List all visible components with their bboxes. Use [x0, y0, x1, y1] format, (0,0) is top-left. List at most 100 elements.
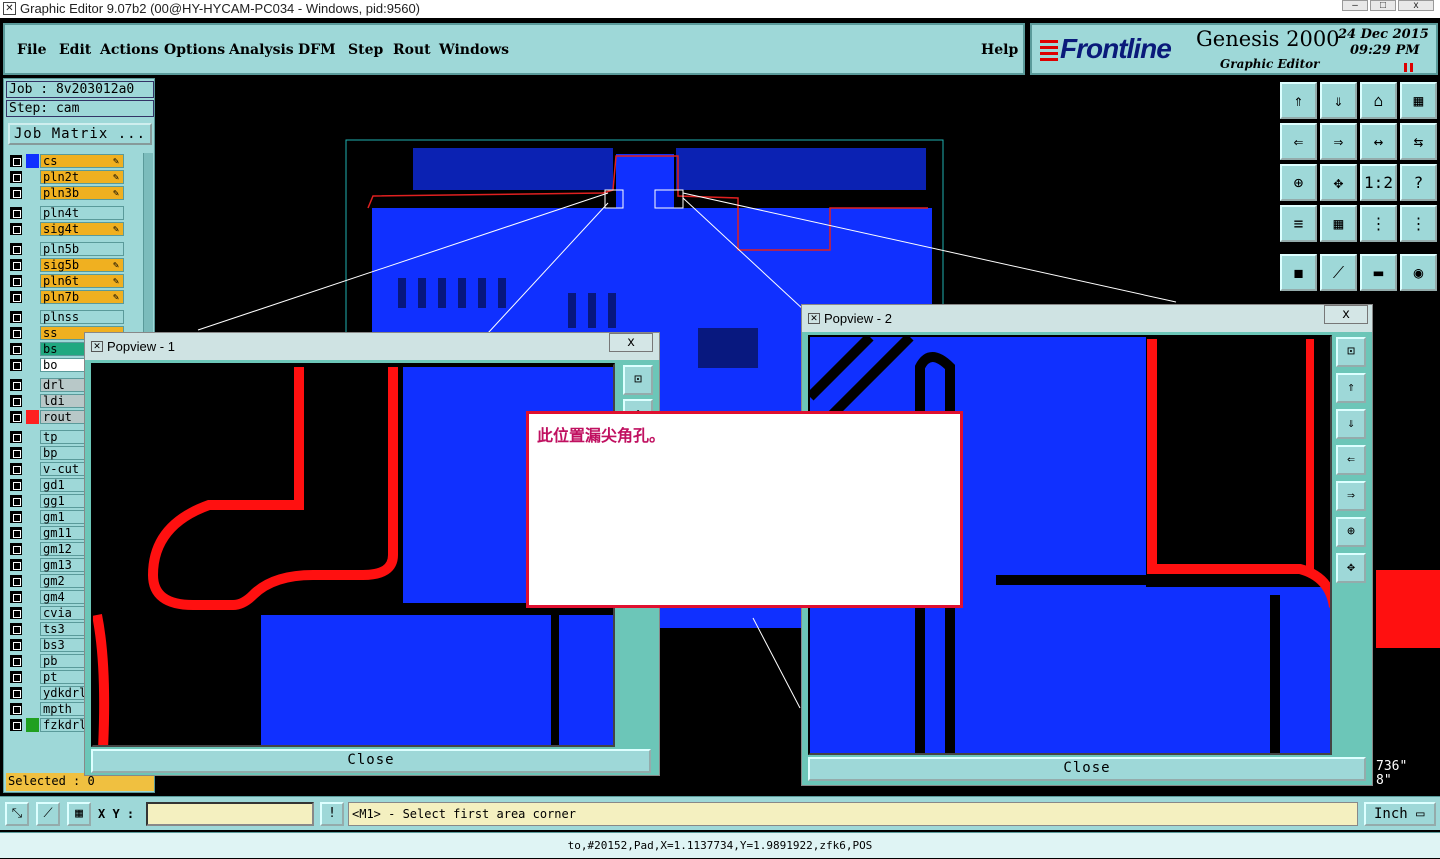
- warning-icon[interactable]: !: [320, 802, 344, 826]
- layer-checkbox[interactable]: [10, 395, 22, 407]
- layer-color-swatch[interactable]: [26, 574, 39, 588]
- layer-checkbox[interactable]: [10, 559, 22, 571]
- layer-color-swatch[interactable]: [26, 258, 39, 272]
- layer-name[interactable]: pln7b ✎: [40, 290, 124, 304]
- layer-name[interactable]: pln4t: [40, 206, 124, 220]
- layer-checkbox[interactable]: [10, 275, 22, 287]
- layer-name[interactable]: pln5b: [40, 242, 124, 256]
- layer-checkbox[interactable]: [10, 479, 22, 491]
- layer-color-swatch[interactable]: [26, 654, 39, 668]
- layer-color-swatch[interactable]: [26, 670, 39, 684]
- tool-up-icon[interactable]: ⇑: [1280, 82, 1317, 119]
- layer-name[interactable]: plnss: [40, 310, 124, 324]
- layer-checkbox[interactable]: [10, 411, 22, 423]
- layer-checkbox[interactable]: [10, 719, 22, 731]
- menu-actions[interactable]: Actions: [100, 42, 159, 58]
- layer-row-pln4t[interactable]: pln4t: [6, 205, 141, 220]
- minimize-button[interactable]: –: [1342, 0, 1368, 11]
- layer-checkbox[interactable]: [10, 543, 22, 555]
- layer-row-pln3b[interactable]: pln3b ✎: [6, 185, 141, 200]
- layer-color-swatch[interactable]: [26, 290, 39, 304]
- popview-2-tool-fit[interactable]: ⊡: [1336, 337, 1366, 367]
- layer-color-swatch[interactable]: [26, 542, 39, 556]
- layer-color-swatch[interactable]: [26, 342, 39, 356]
- layer-color-swatch[interactable]: [26, 410, 39, 424]
- layer-color-swatch[interactable]: [26, 186, 39, 200]
- tool-layers-icon[interactable]: ⋮: [1360, 205, 1397, 242]
- layer-color-swatch[interactable]: [26, 222, 39, 236]
- tool-window-icon[interactable]: ▦: [1400, 82, 1437, 119]
- tool-grid-icon[interactable]: ▦: [1320, 205, 1357, 242]
- tool-down-icon[interactable]: ⇓: [1320, 82, 1357, 119]
- layer-color-swatch[interactable]: [26, 242, 39, 256]
- layer-row-pln6t[interactable]: pln6t ✎: [6, 273, 141, 288]
- layer-checkbox[interactable]: [10, 495, 22, 507]
- layer-color-swatch[interactable]: [26, 154, 39, 168]
- layer-checkbox[interactable]: [10, 187, 22, 199]
- layer-color-swatch[interactable]: [26, 702, 39, 716]
- layer-checkbox[interactable]: [10, 207, 22, 219]
- layer-checkbox[interactable]: [10, 687, 22, 699]
- layer-checkbox[interactable]: [10, 527, 22, 539]
- layer-color-swatch[interactable]: [26, 510, 39, 524]
- tool-layers2-icon[interactable]: ⋮: [1400, 205, 1437, 242]
- popview-2-titlebar[interactable]: ✕ Popview - 2: [802, 305, 1372, 332]
- layer-color-swatch[interactable]: [26, 394, 39, 408]
- layer-color-swatch[interactable]: [26, 358, 39, 372]
- popview-1-close-x-button[interactable]: x: [609, 333, 653, 352]
- layer-row-plnss[interactable]: plnss: [6, 309, 141, 324]
- layer-color-swatch[interactable]: [26, 526, 39, 540]
- layer-checkbox[interactable]: [10, 623, 22, 635]
- layer-checkbox[interactable]: [10, 671, 22, 683]
- popview-2-close-x-button[interactable]: x: [1324, 305, 1368, 324]
- layer-color-swatch[interactable]: [26, 462, 39, 476]
- layer-row-pln7b[interactable]: pln7b ✎: [6, 289, 141, 304]
- layer-checkbox[interactable]: [10, 431, 22, 443]
- unit-selector[interactable]: Inch ▭: [1364, 802, 1436, 826]
- menu-analysis[interactable]: Analysis: [229, 42, 294, 58]
- layer-name[interactable]: sig5b ✎: [40, 258, 124, 272]
- layer-checkbox[interactable]: [10, 155, 22, 167]
- layer-name[interactable]: pln6t ✎: [40, 274, 124, 288]
- popview-2-tool-up[interactable]: ⇑: [1336, 373, 1366, 403]
- menu-edit[interactable]: Edit: [59, 42, 91, 58]
- layer-color-swatch[interactable]: [26, 446, 39, 460]
- popview-2-tool-pan[interactable]: ✥: [1336, 553, 1366, 583]
- tool-exchange-icon[interactable]: ⇆: [1400, 123, 1437, 160]
- layer-color-swatch[interactable]: [26, 478, 39, 492]
- menu-options[interactable]: Options: [164, 42, 225, 58]
- menu-help[interactable]: Help: [981, 42, 1018, 58]
- layer-name[interactable]: sig4t ✎: [40, 222, 124, 236]
- tool-center-icon[interactable]: ✥: [1320, 164, 1357, 201]
- popview-1-close-button[interactable]: Close: [91, 749, 651, 773]
- layer-checkbox[interactable]: [10, 575, 22, 587]
- menu-windows[interactable]: Windows: [439, 42, 509, 58]
- layer-checkbox[interactable]: [10, 243, 22, 255]
- tool-help-icon[interactable]: ?: [1400, 164, 1437, 201]
- layer-row-sig4t[interactable]: sig4t ✎: [6, 221, 141, 236]
- job-matrix-button[interactable]: Job Matrix ...: [8, 123, 152, 145]
- tool-target-icon[interactable]: ◉: [1400, 254, 1437, 291]
- layer-color-swatch[interactable]: [26, 686, 39, 700]
- layer-color-swatch[interactable]: [26, 310, 39, 324]
- popview-2-tool-left[interactable]: ⇐: [1336, 445, 1366, 475]
- layer-color-swatch[interactable]: [26, 622, 39, 636]
- popview-2-tool-down[interactable]: ⇓: [1336, 409, 1366, 439]
- layer-checkbox[interactable]: [10, 463, 22, 475]
- layer-checkbox[interactable]: [10, 607, 22, 619]
- tool-line-icon[interactable]: ⟋: [1320, 254, 1357, 291]
- menu-dfm[interactable]: DFM: [298, 42, 336, 58]
- layer-color-swatch[interactable]: [26, 378, 39, 392]
- layer-checkbox[interactable]: [10, 591, 22, 603]
- layer-checkbox[interactable]: [10, 291, 22, 303]
- layer-checkbox[interactable]: [10, 343, 22, 355]
- menu-file[interactable]: File: [17, 42, 46, 58]
- layer-color-swatch[interactable]: [26, 274, 39, 288]
- layer-checkbox[interactable]: [10, 447, 22, 459]
- tool-settings-icon[interactable]: ≡: [1280, 205, 1317, 242]
- tool-fit-icon[interactable]: ⊕: [1280, 164, 1317, 201]
- layer-color-swatch[interactable]: [26, 558, 39, 572]
- layer-checkbox[interactable]: [10, 703, 22, 715]
- maximize-button[interactable]: □: [1370, 0, 1396, 11]
- tool-right-icon[interactable]: ⇒: [1320, 123, 1357, 160]
